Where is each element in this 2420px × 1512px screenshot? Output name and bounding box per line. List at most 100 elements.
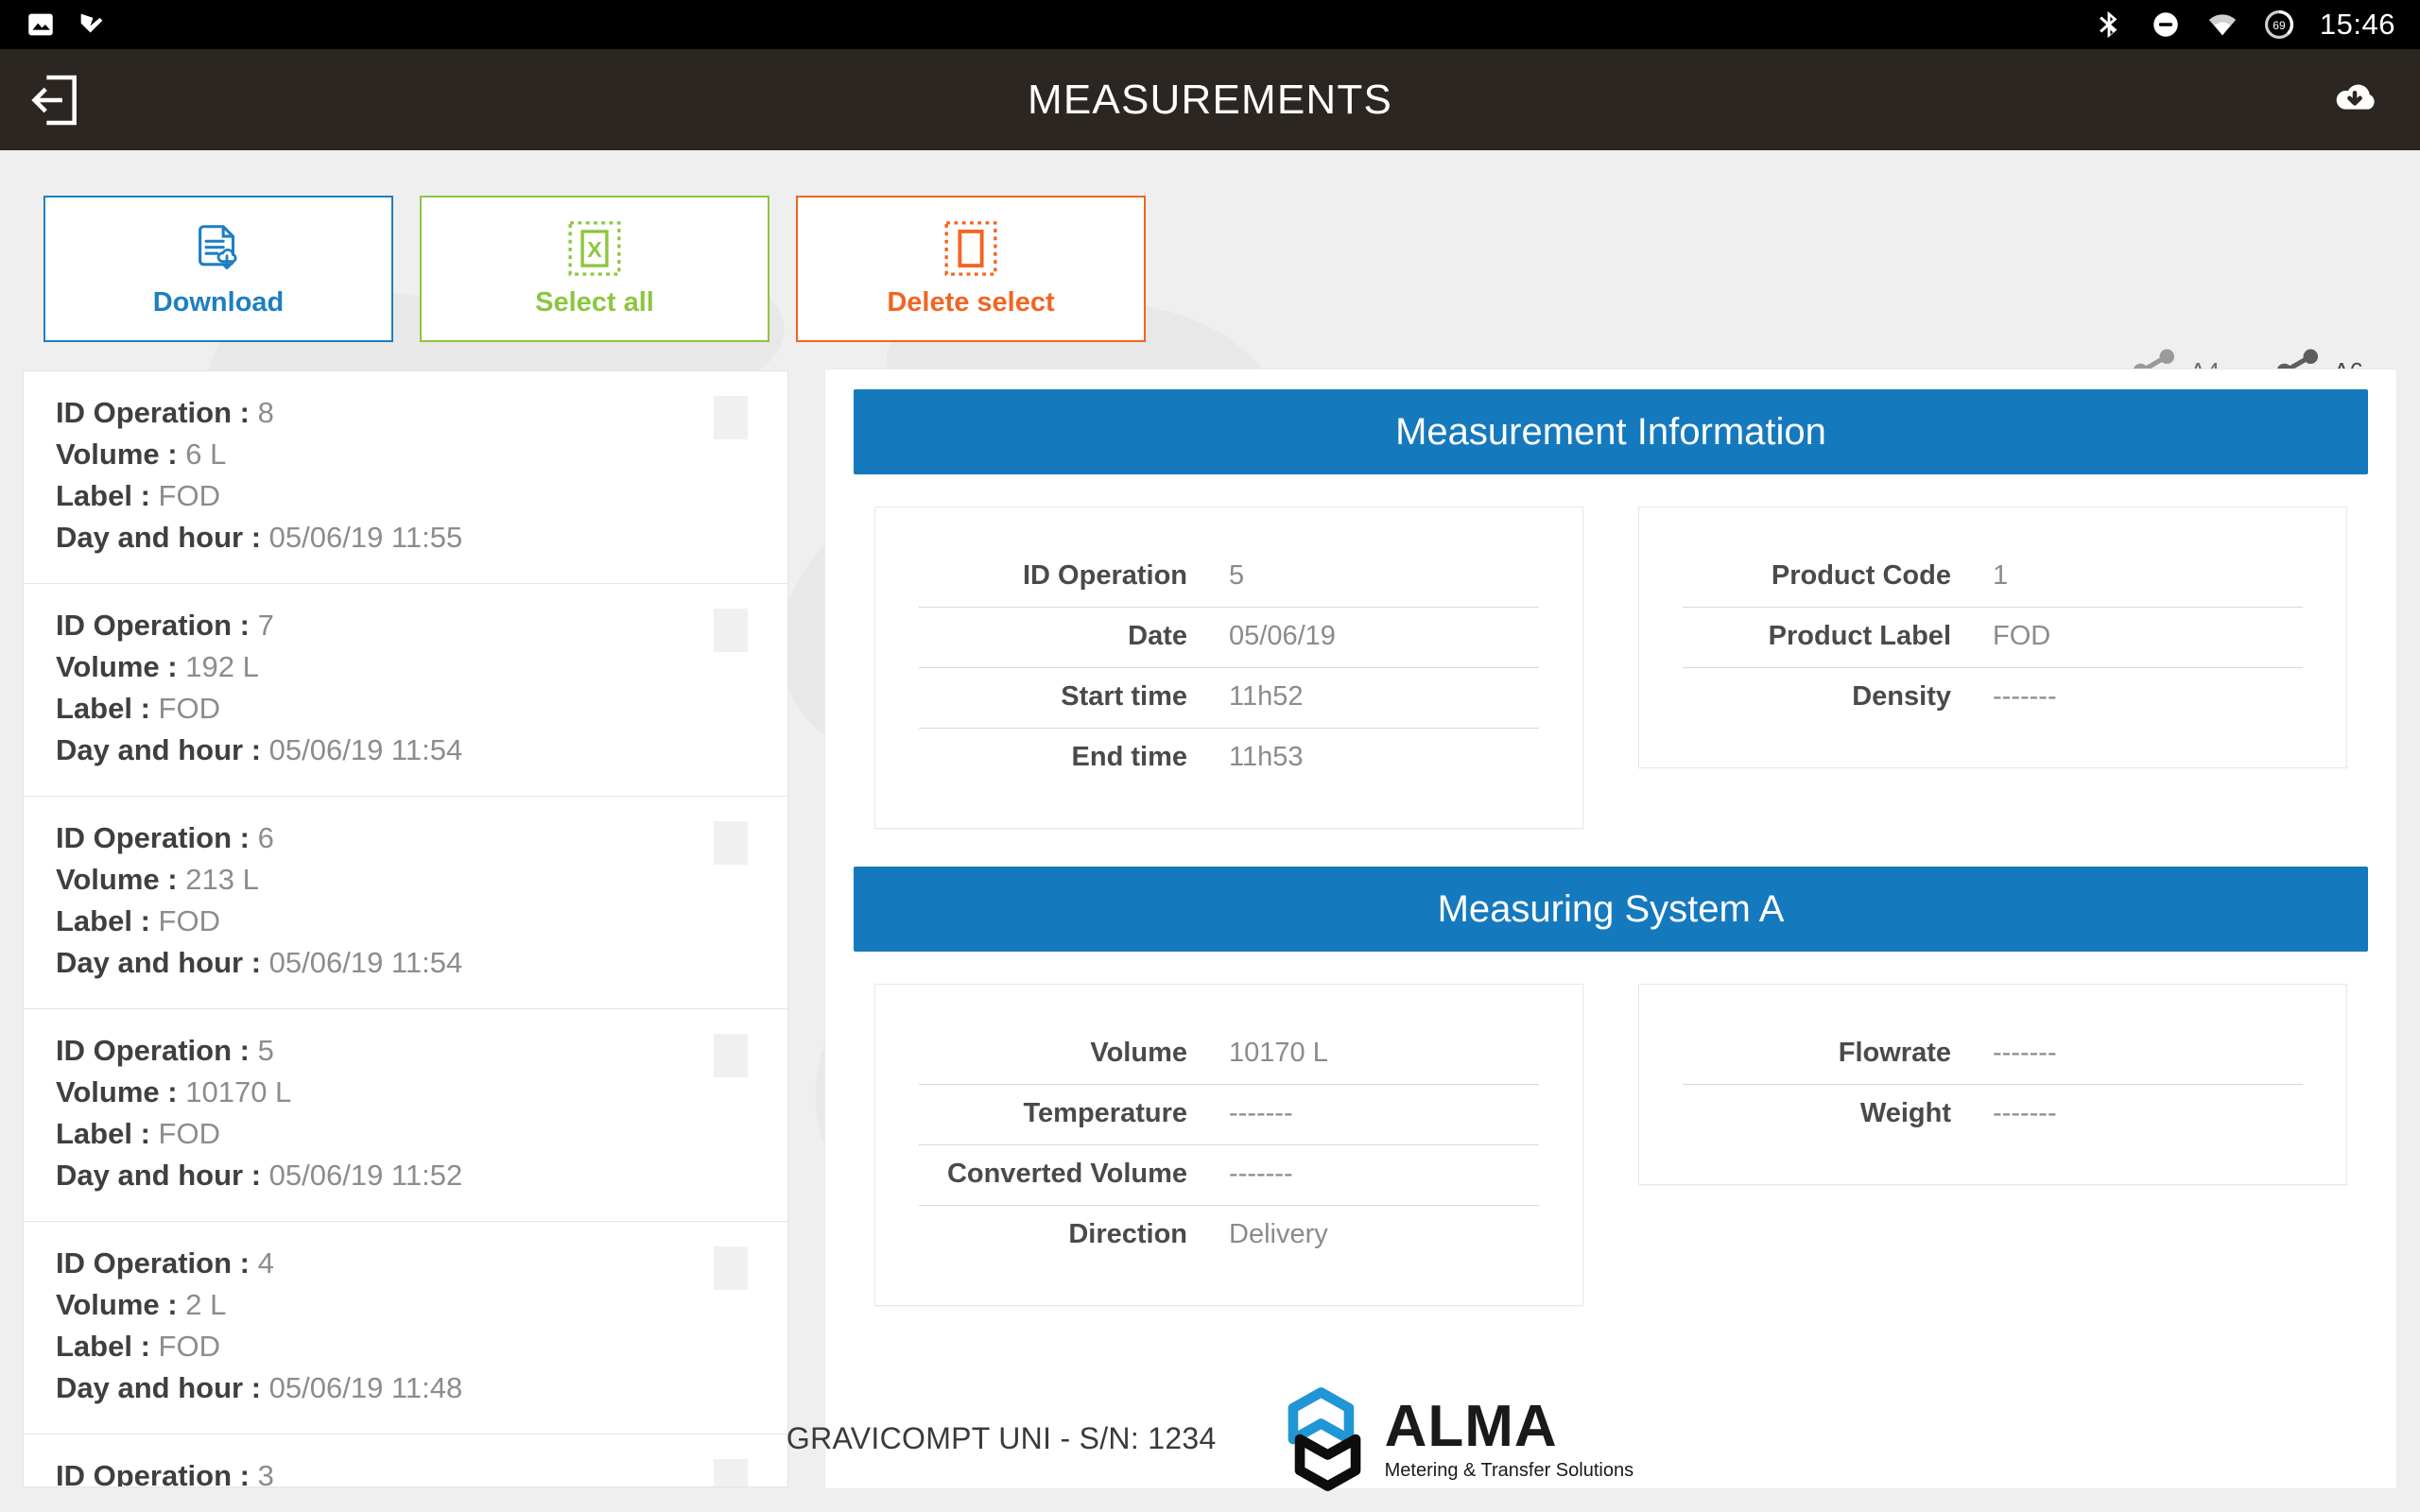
- detail-value: 10170 L: [1229, 1038, 1328, 1068]
- image-icon: [28, 13, 53, 36]
- list-item-label-value: FOD: [158, 692, 220, 726]
- download-button-label: Download: [152, 287, 285, 318]
- list-item-checkbox[interactable]: [714, 1246, 748, 1291]
- detail-value: -------: [1993, 1038, 2057, 1068]
- list-item-id-label: ID Operation :: [56, 1034, 250, 1068]
- list-item[interactable]: ID Operation : 8 Volume : 6 L Label : FO…: [24, 371, 787, 585]
- task-checkmark-icon: [80, 13, 103, 33]
- battery-icon: 69: [2264, 9, 2293, 40]
- detail-row: Density -------: [1683, 667, 2303, 728]
- download-button[interactable]: Download: [43, 196, 393, 342]
- app-footer: GRAVICOMPT UNI - S/N: 1234 ALMA Metering…: [0, 1366, 2420, 1512]
- detail-value: -------: [1993, 1098, 2057, 1128]
- detail-row: Flowrate -------: [1683, 1024, 2303, 1084]
- detail-row: Product Code 1: [1683, 547, 2303, 607]
- list-item-checkbox[interactable]: [714, 1034, 748, 1078]
- list-item[interactable]: ID Operation : 5 Volume : 10170 L Label …: [24, 1009, 787, 1223]
- list-item-label-label: Label :: [56, 479, 150, 513]
- list-item-checkbox[interactable]: [714, 821, 748, 866]
- section-title: Measurement Information: [1395, 410, 1826, 453]
- detail-row: Start time 11h52: [919, 667, 1539, 728]
- page-title: MEASUREMENTS: [1028, 76, 1392, 123]
- android-status-bar: 69 15:46: [0, 0, 2420, 49]
- list-item[interactable]: ID Operation : 7 Volume : 192 L Label : …: [24, 584, 787, 798]
- detail-value: 1: [1993, 560, 2009, 591]
- list-item-id-label: ID Operation :: [56, 821, 250, 855]
- list-item-id-value: 4: [257, 1246, 274, 1280]
- detail-value: 5: [1229, 560, 1245, 591]
- detail-key: Direction: [1068, 1219, 1187, 1249]
- list-item[interactable]: ID Operation : 6 Volume : 213 L Label : …: [24, 797, 787, 1010]
- app-header-bar: MEASUREMENTS: [0, 49, 2420, 150]
- detail-row: ID Operation 5: [919, 547, 1539, 607]
- svg-text:X: X: [587, 237, 602, 262]
- list-item-id-value: 6: [257, 821, 274, 855]
- list-item-datetime-value: 05/06/19 11:52: [268, 1159, 463, 1193]
- list-item-label-label: Label :: [56, 1330, 150, 1364]
- list-item-volume-value: 192 L: [185, 650, 259, 684]
- list-item-label-value: FOD: [158, 479, 220, 513]
- section-title: Measuring System A: [1437, 887, 1785, 930]
- detail-value: 05/06/19: [1229, 621, 1336, 651]
- detail-key: Product Code: [1771, 560, 1951, 591]
- cloud-download-icon[interactable]: [2327, 73, 2382, 128]
- detail-key: Density: [1852, 681, 1951, 712]
- select-all-button[interactable]: X Select all: [420, 196, 769, 342]
- list-item-datetime-value: 05/06/19 11:54: [268, 733, 463, 767]
- list-item-label-value: FOD: [158, 1117, 220, 1151]
- wifi-icon: [2208, 14, 2237, 36]
- list-item-id: ID Operation : 6: [56, 817, 761, 859]
- product-info-card: Product Code 1 Product Label FOD Density…: [1638, 507, 2347, 768]
- list-item-volume: Volume : 10170 L: [56, 1072, 761, 1113]
- list-item-volume: Volume : 213 L: [56, 859, 761, 901]
- list-item-id: ID Operation : 5: [56, 1030, 761, 1072]
- action-toolbar: Download X Select all Delete select: [43, 196, 1146, 342]
- detail-row: End time 11h53: [919, 728, 1539, 788]
- app-screen: 69 15:46 MEASUREMENTS Download X Select …: [0, 0, 2420, 1512]
- list-item-checkbox[interactable]: [714, 609, 748, 653]
- list-item-volume: Volume : 192 L: [56, 646, 761, 688]
- detail-key: Volume: [1090, 1038, 1187, 1068]
- list-item-datetime-value: 05/06/19 11:55: [268, 521, 463, 555]
- main-content: Download X Select all Delete select ID O…: [0, 150, 2420, 1512]
- detail-key: Start time: [1061, 681, 1187, 712]
- status-right-icons: 69 15:46: [2093, 8, 2395, 42]
- detail-row: Date 05/06/19: [919, 607, 1539, 667]
- detail-key: Converted Volume: [946, 1159, 1187, 1189]
- list-item-id: ID Operation : 7: [56, 605, 761, 646]
- list-item-label-label: Label :: [56, 904, 150, 938]
- section1-cards: ID Operation 5 Date 05/06/19 Start time …: [825, 474, 2396, 829]
- measurements-list[interactable]: ID Operation : 8 Volume : 6 L Label : FO…: [23, 370, 788, 1487]
- alma-wordmark: ALMA Metering & Transfer Solutions: [1384, 1398, 1634, 1481]
- detail-value: -------: [1229, 1098, 1293, 1128]
- delete-select-button[interactable]: Delete select: [796, 196, 1146, 342]
- detail-key: Date: [1128, 621, 1187, 651]
- list-item-id-label: ID Operation :: [56, 609, 250, 643]
- list-item-datetime: Day and hour : 05/06/19 11:54: [56, 730, 761, 771]
- list-item-id-label: ID Operation :: [56, 1246, 250, 1280]
- detail-row: Product Label FOD: [1683, 607, 2303, 667]
- list-item-label-label: Label :: [56, 1117, 150, 1151]
- list-item-datetime-label: Day and hour :: [56, 733, 262, 767]
- detail-key: Product Label: [1768, 621, 1951, 651]
- document-download-icon: [189, 219, 248, 278]
- list-item-datetime-label: Day and hour :: [56, 946, 262, 980]
- detail-key: Temperature: [1023, 1098, 1187, 1128]
- delete-select-icon: [942, 219, 1000, 278]
- status-clock: 15:46: [2319, 8, 2395, 41]
- measuring-system-card: Volume 10170 L Temperature ------- Conve…: [874, 984, 1583, 1306]
- list-item-datetime-label: Day and hour :: [56, 1159, 262, 1193]
- detail-value: -------: [1993, 681, 2057, 712]
- list-item-checkbox[interactable]: [714, 396, 748, 439]
- list-item-id-value: 7: [257, 609, 274, 643]
- detail-row: Temperature -------: [919, 1084, 1539, 1144]
- list-item-datetime: Day and hour : 05/06/19 11:54: [56, 942, 761, 984]
- detail-row: Volume 10170 L: [919, 1024, 1539, 1084]
- detail-row: Converted Volume -------: [919, 1144, 1539, 1205]
- device-serial-label: GRAVICOMPT UNI - S/N: 1234: [786, 1421, 1217, 1455]
- detail-value: FOD: [1993, 621, 2051, 651]
- list-item-volume-label: Volume :: [56, 438, 178, 472]
- do-not-disturb-icon: [2153, 12, 2178, 37]
- list-item-label-value: FOD: [158, 904, 220, 938]
- alma-logo-tagline: Metering & Transfer Solutions: [1384, 1460, 1634, 1481]
